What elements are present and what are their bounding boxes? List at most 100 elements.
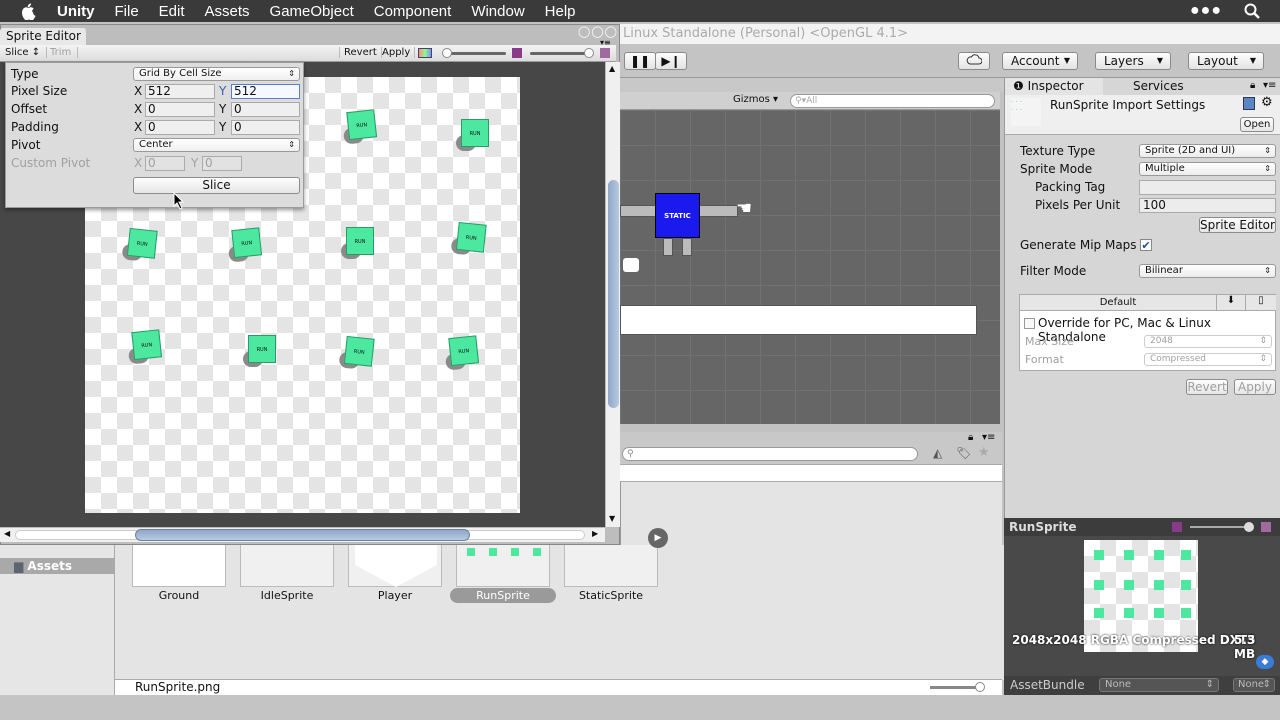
menu-edit[interactable]: Edit: [159, 3, 185, 20]
scroll-down-arrow[interactable]: ▼: [609, 514, 615, 523]
scene-search-input[interactable]: ⚲▾All: [790, 94, 995, 108]
padding-y-input[interactable]: 0: [231, 120, 300, 135]
layers-dropdown[interactable]: Layers ▼: [1095, 52, 1171, 70]
vertical-scrollbar[interactable]: ▲ ▼: [605, 62, 620, 527]
mip-slider-thumb[interactable]: [584, 48, 594, 58]
slider-thumb[interactable]: [975, 682, 985, 692]
label-tag-icon[interactable]: ◆: [1256, 655, 1274, 669]
more-icon[interactable]: ●●●: [1190, 2, 1222, 20]
color-channel-icon[interactable]: [418, 48, 432, 58]
sprite-frame[interactable]: RUN: [335, 333, 377, 375]
zoom-slider-thumb[interactable]: [442, 48, 452, 58]
slice-type-dropdown[interactable]: Grid By Cell Size ⇕: [133, 67, 300, 81]
platform-tab-default[interactable]: Default: [1020, 295, 1216, 311]
menu-unity[interactable]: Unity: [57, 3, 95, 20]
slice-menu-button[interactable]: Slice ↕: [5, 47, 48, 58]
texture-type-dropdown[interactable]: Sprite (2D and UI) ⇕: [1139, 144, 1276, 158]
packing-tag-input[interactable]: [1139, 180, 1276, 195]
project-search-input[interactable]: ⚲: [622, 447, 918, 461]
offset-y-input[interactable]: 0: [231, 102, 300, 117]
revert-button[interactable]: Revert: [339, 47, 382, 58]
lock-icon[interactable]: 🔒︎: [968, 432, 973, 443]
menu-component[interactable]: Component: [374, 3, 452, 20]
offset-x-input[interactable]: 0: [145, 102, 215, 117]
favorite-star-icon[interactable]: ★: [978, 445, 990, 460]
gizmos-dropdown[interactable]: Gizmos ▾: [733, 94, 778, 105]
asset-runsprite[interactable]: [456, 545, 550, 587]
menu-help[interactable]: Help: [545, 3, 576, 20]
platform-tab-mobile[interactable]: ▯: [1246, 295, 1276, 311]
filter-by-type-icon[interactable]: ◭: [933, 446, 942, 460]
sprite-frame[interactable]: RUN: [240, 333, 278, 371]
thumbnail-size-slider[interactable]: [930, 686, 980, 689]
menu-window[interactable]: Window: [471, 3, 524, 20]
trim-button[interactable]: Trim: [50, 47, 79, 58]
scene-view[interactable]: ☚ STATIC: [620, 110, 1000, 424]
assetbundle-name-dropdown[interactable]: None ⇕: [1099, 678, 1219, 692]
folder-assets[interactable]: ▆ Assets: [0, 558, 114, 574]
sprite-editor-button[interactable]: Sprite Editor: [1199, 217, 1276, 233]
pivot-dropdown[interactable]: Center ⇕: [133, 138, 300, 152]
help-book-icon[interactable]: [1243, 97, 1255, 110]
gear-icon[interactable]: ⚙: [1261, 95, 1273, 110]
menu-gameobject[interactable]: GameObject: [270, 3, 354, 20]
scroll-left-arrow[interactable]: ◀: [4, 529, 10, 538]
asset-staticsprite[interactable]: [564, 545, 658, 587]
asset-idlesprite[interactable]: [240, 545, 334, 587]
sprite-frame[interactable]: RUN: [338, 225, 376, 263]
asset-player[interactable]: [348, 545, 442, 587]
spotlight-search-icon[interactable]: [1244, 3, 1260, 19]
filter-mode-dropdown[interactable]: Bilinear ⇕: [1139, 264, 1276, 278]
scroll-right-arrow[interactable]: ▶: [592, 529, 598, 538]
sprite-frame[interactable]: RUN: [440, 333, 482, 375]
window-zoom-button[interactable]: ◯: [605, 25, 618, 38]
panel-menu-icon[interactable]: ▾≡: [982, 432, 995, 443]
window-close-button[interactable]: ◯: [578, 25, 591, 38]
mip-slider[interactable]: [1190, 526, 1250, 528]
pixel-size-x-input[interactable]: 512: [145, 84, 215, 99]
ppu-input[interactable]: 100: [1139, 198, 1276, 213]
sprite-mode-dropdown[interactable]: Multiple ⇕: [1139, 162, 1276, 176]
slice-button[interactable]: Slice: [133, 177, 300, 194]
format-dropdown[interactable]: Compressed ⇕: [1144, 353, 1272, 366]
mipmaps-checkbox[interactable]: ✔: [1140, 239, 1152, 251]
inspector-tab[interactable]: ❶ Inspector: [1005, 78, 1103, 95]
sprite-editor-tab[interactable]: Sprite Editor: [0, 28, 86, 45]
asset-ground[interactable]: [132, 545, 226, 587]
lock-icon[interactable]: 🔒︎: [1250, 80, 1255, 91]
zoom-slider[interactable]: [446, 52, 506, 55]
horizontal-scroll-thumb[interactable]: [135, 529, 470, 541]
sprite-frame[interactable]: RUN: [223, 225, 265, 267]
vertical-scroll-thumb[interactable]: [608, 180, 619, 408]
override-checkbox[interactable]: [1024, 318, 1035, 329]
step-button[interactable]: ▶❙: [655, 52, 687, 70]
revert-button[interactable]: Revert: [1186, 379, 1228, 395]
layout-dropdown[interactable]: Layout ▼: [1188, 52, 1264, 70]
pause-button[interactable]: ❚❚: [624, 52, 656, 70]
mip-slider[interactable]: [530, 52, 590, 55]
assetbundle-variant-dropdown[interactable]: None ⇕: [1233, 678, 1275, 692]
max-size-dropdown[interactable]: 2048 ⇕: [1144, 335, 1272, 348]
mip-slider-thumb[interactable]: [1244, 522, 1254, 532]
expand-sprites-button[interactable]: ▶: [648, 528, 668, 548]
cloud-button[interactable]: [958, 52, 990, 70]
apply-button[interactable]: Apply: [1234, 379, 1276, 395]
sprite-frame[interactable]: RUN: [123, 327, 165, 369]
apply-button[interactable]: Apply: [378, 47, 416, 58]
checker-toggle-icon[interactable]: [1172, 522, 1182, 532]
scroll-up-arrow[interactable]: ▲: [609, 64, 615, 73]
account-dropdown[interactable]: Account ▼: [1002, 52, 1078, 70]
menu-file[interactable]: File: [115, 3, 139, 20]
open-button[interactable]: Open: [1240, 117, 1274, 132]
horizontal-scrollbar[interactable]: ◀ ▶: [0, 527, 605, 542]
sprite-frame[interactable]: RUN: [118, 225, 160, 267]
padding-x-input[interactable]: 0: [145, 120, 215, 135]
pixel-size-y-input[interactable]: 512: [231, 84, 300, 99]
panel-menu-icon[interactable]: ▾≡: [1263, 80, 1276, 91]
apple-icon[interactable]: [19, 2, 39, 20]
menu-assets[interactable]: Assets: [205, 3, 250, 20]
custom-pivot-y-input[interactable]: 0: [202, 156, 242, 171]
alpha-toggle-icon[interactable]: [1261, 522, 1271, 532]
sprite-frame[interactable]: RUN: [338, 107, 380, 149]
platform-tab-standalone[interactable]: ⬇: [1216, 295, 1246, 311]
